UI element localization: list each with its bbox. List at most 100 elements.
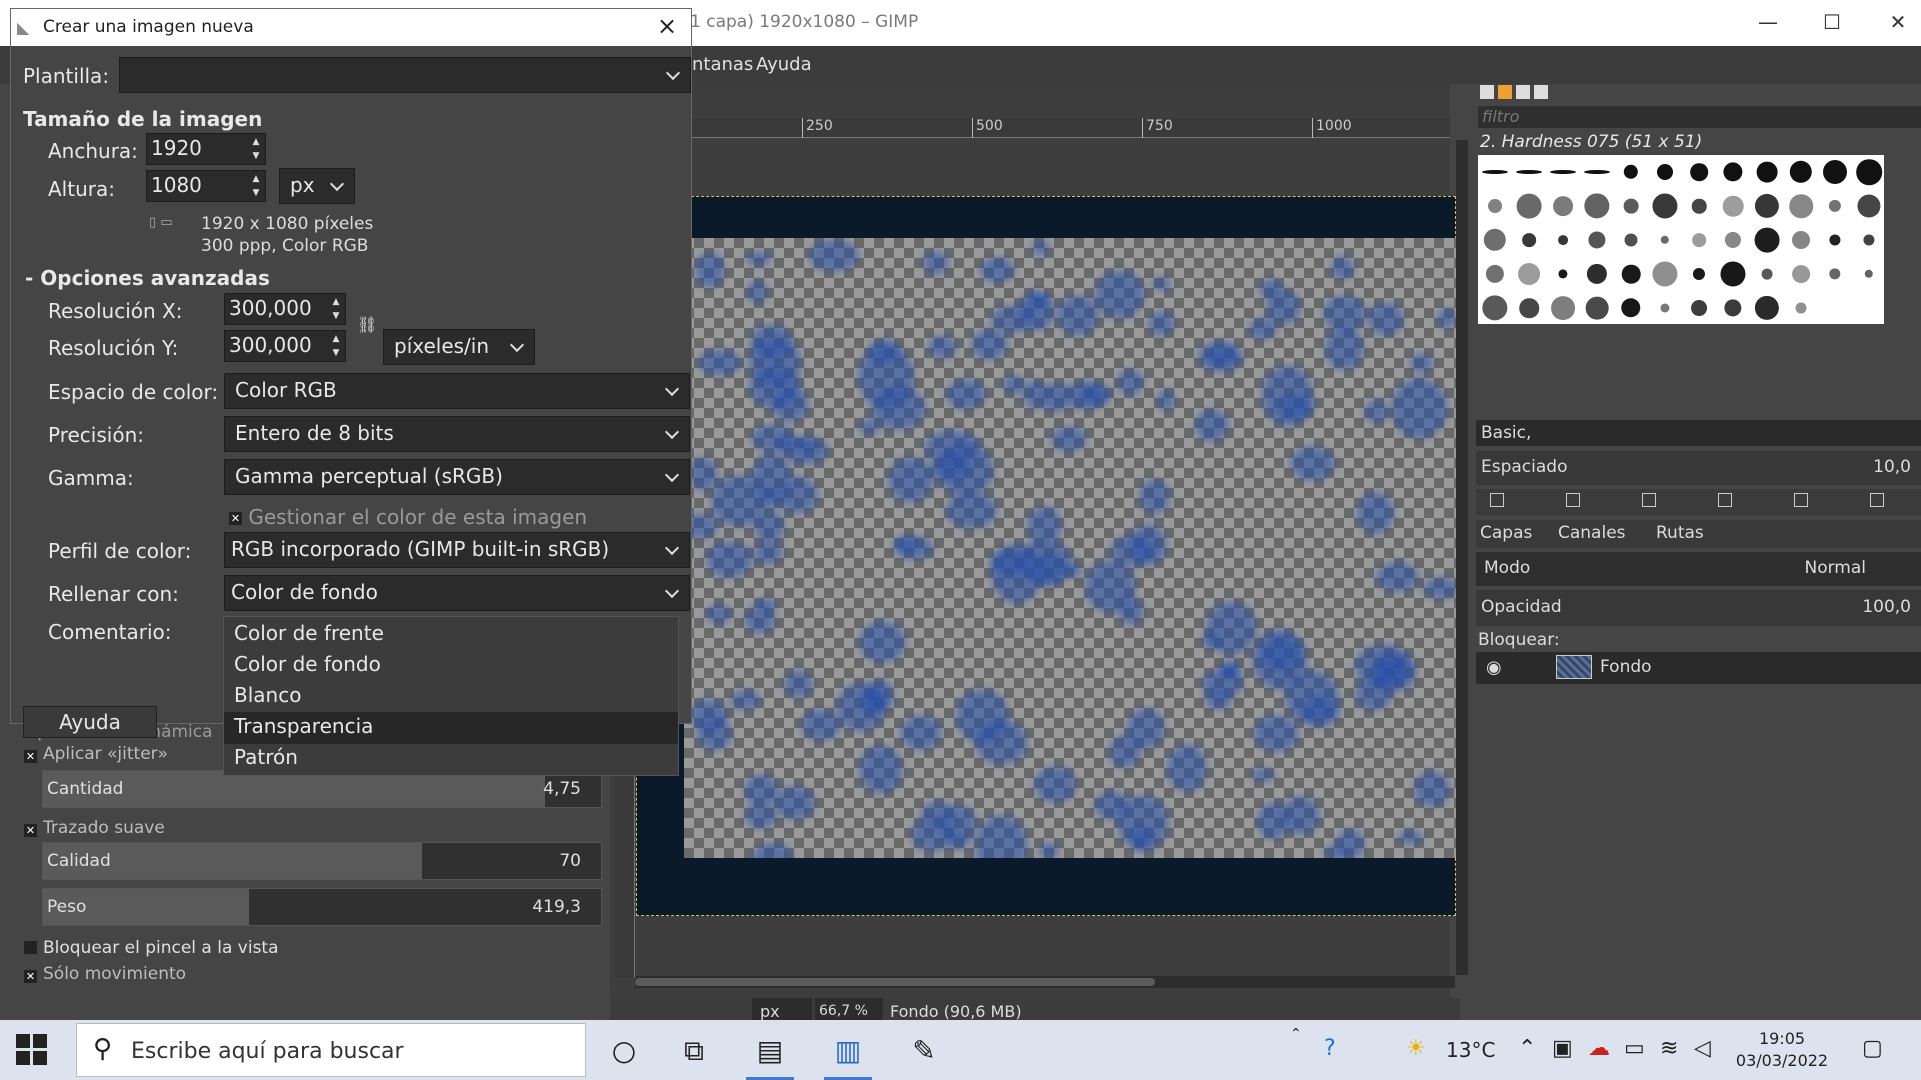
spin-up-icon[interactable]: ▲ [249, 136, 263, 148]
fill-option-white[interactable]: Blanco [224, 681, 678, 713]
brush-thumbnail[interactable] [1820, 259, 1850, 289]
only-move-checkbox[interactable]: ✕ Sólo movimiento [24, 964, 186, 984]
visibility-eye-icon[interactable]: ◉ [1486, 657, 1502, 678]
fill-option-transparency[interactable]: Transparencia [224, 712, 678, 744]
brush-thumbnail[interactable] [1684, 191, 1714, 221]
chevron-up-icon[interactable]: ⌃ [1518, 1036, 1536, 1061]
brush-thumbnail[interactable] [1480, 225, 1510, 255]
brush-thumbnail[interactable] [1650, 293, 1680, 323]
brush-thumbnail[interactable] [1616, 191, 1646, 221]
spin-down-icon[interactable]: ▼ [249, 150, 263, 162]
delete-brush-icon[interactable] [1718, 493, 1732, 507]
brush-thumbnail[interactable] [1582, 191, 1612, 221]
vertical-scrollbar[interactable] [1456, 140, 1468, 975]
minimize-button[interactable]: — [1748, 10, 1788, 36]
resolution-unit-select[interactable]: píxeles/in [383, 329, 535, 365]
spin-up-icon[interactable]: ▲ [329, 333, 343, 345]
open-as-image-icon[interactable] [1870, 493, 1884, 507]
brush-thumbnail[interactable] [1718, 157, 1748, 187]
help-tray-icon[interactable]: ? [1324, 1036, 1336, 1061]
brush-thumbnail[interactable] [1752, 191, 1782, 221]
horizontal-scrollbar[interactable] [635, 976, 1455, 988]
device-tray-icon[interactable]: ▣ [1552, 1036, 1573, 1061]
paint-taskbar-icon[interactable]: ✎ [894, 1028, 954, 1076]
brush-thumbnail[interactable] [1752, 225, 1782, 255]
brush-thumbnail[interactable] [1480, 293, 1510, 323]
color-profile-select[interactable]: RGB incorporado (GIMP built-in sRGB) [224, 532, 690, 568]
brush-thumbnail[interactable] [1480, 157, 1510, 187]
brush-filter-input[interactable]: filtro [1478, 106, 1921, 128]
brush-thumbnail[interactable] [1582, 259, 1612, 289]
tray-overflow-icon[interactable]: ⌃ [1290, 1026, 1302, 1042]
height-input[interactable]: 1080 ▲ ▼ [146, 170, 266, 202]
brush-tag-input[interactable]: Basic, [1476, 420, 1921, 446]
lock-brush-checkbox[interactable]: Bloquear el pincel a la vista [24, 938, 279, 958]
close-window-button[interactable]: ✕ [1878, 10, 1918, 36]
brush-thumbnail[interactable] [1650, 259, 1680, 289]
fill-option-foreground[interactable]: Color de frente [224, 619, 678, 651]
brush-thumbnail[interactable] [1786, 225, 1816, 255]
width-input[interactable]: 1920 ▲ ▼ [146, 133, 266, 165]
brush-thumbnail[interactable] [1718, 225, 1748, 255]
brush-thumbnail[interactable] [1548, 157, 1578, 187]
brush-thumbnail[interactable] [1548, 293, 1578, 323]
fill-select[interactable]: Color de fondo [224, 575, 690, 611]
cloud-error-icon[interactable]: ☁ [1588, 1036, 1610, 1061]
brush-grid[interactable] [1478, 155, 1884, 324]
menu-ayuda[interactable]: Ayuda [756, 54, 812, 75]
spin-up-icon[interactable]: ▲ [329, 296, 343, 308]
brush-thumbnail[interactable] [1786, 259, 1816, 289]
tab-canales[interactable]: Canales [1558, 523, 1626, 543]
brush-thumbnail[interactable] [1854, 157, 1884, 187]
brush-thumbnail[interactable] [1786, 191, 1816, 221]
template-select[interactable] [119, 57, 691, 93]
precision-select[interactable]: Entero de 8 bits [224, 416, 690, 452]
brush-thumbnail[interactable] [1752, 157, 1782, 187]
windows-start-icon[interactable] [16, 1034, 48, 1066]
advanced-options-title[interactable]: - Opciones avanzadas [25, 266, 270, 290]
maximize-button[interactable]: ☐ [1812, 10, 1852, 36]
temperature-label[interactable]: 13°C [1446, 1038, 1495, 1062]
scrollbar-thumb[interactable] [635, 978, 1155, 986]
edit-brush-icon[interactable] [1490, 493, 1504, 507]
brush-thumbnail[interactable] [1854, 259, 1884, 289]
brush-thumbnail[interactable] [1650, 225, 1680, 255]
brush-thumbnail[interactable] [1820, 191, 1850, 221]
brush-thumbnail[interactable] [1718, 293, 1748, 323]
gamma-select[interactable]: Gamma perceptual (sRGB) [224, 459, 690, 495]
brush-thumbnail[interactable] [1650, 191, 1680, 221]
layer-row[interactable]: ◉ Fondo [1476, 652, 1921, 684]
brush-thumbnail[interactable] [1684, 259, 1714, 289]
layer-name[interactable]: Fondo [1600, 657, 1652, 677]
writer-taskbar-icon[interactable]: ▥ [818, 1028, 878, 1080]
patterns-tab-icon[interactable] [1498, 85, 1512, 99]
brush-thumbnail[interactable] [1786, 157, 1816, 187]
mode-select[interactable]: Normal [1804, 558, 1866, 578]
brush-thumbnail[interactable] [1616, 293, 1646, 323]
jitter-checkbox[interactable]: ✕ Aplicar «jitter» [24, 744, 168, 764]
manage-color-checkbox[interactable]: ✕ Gestionar el color de esta imagen [229, 505, 587, 529]
brush-thumbnail[interactable] [1650, 157, 1680, 187]
spin-down-icon[interactable]: ▼ [329, 310, 343, 322]
brush-thumbnail[interactable] [1684, 225, 1714, 255]
brush-thumbnail[interactable] [1616, 157, 1646, 187]
battery-icon[interactable]: ▭ [1624, 1036, 1645, 1061]
brush-thumbnail[interactable] [1854, 225, 1884, 255]
fonts-tab-icon[interactable] [1516, 85, 1530, 99]
brush-thumbnail[interactable] [1820, 225, 1850, 255]
brush-thumbnail[interactable] [1514, 259, 1544, 289]
brush-thumbnail[interactable] [1548, 225, 1578, 255]
orientation-icons[interactable]: ▯ ▭ [149, 215, 173, 230]
weather-icon[interactable]: ☀ [1406, 1036, 1426, 1061]
quality-slider[interactable]: Calidad 70 [42, 842, 602, 880]
help-button[interactable]: Ayuda [23, 706, 157, 738]
brush-thumbnail[interactable] [1514, 157, 1544, 187]
brush-thumbnail[interactable] [1582, 293, 1612, 323]
brush-thumbnail[interactable] [1718, 259, 1748, 289]
new-brush-icon[interactable] [1566, 493, 1580, 507]
notifications-icon[interactable]: ▢ [1862, 1036, 1883, 1061]
brush-thumbnail[interactable] [1616, 259, 1646, 289]
brush-thumbnail[interactable] [1752, 293, 1782, 323]
taskbar-clock[interactable]: 19:05 03/03/2022 [1722, 1028, 1842, 1072]
spacing-slider[interactable]: Espaciado 10,0 [1476, 451, 1921, 485]
